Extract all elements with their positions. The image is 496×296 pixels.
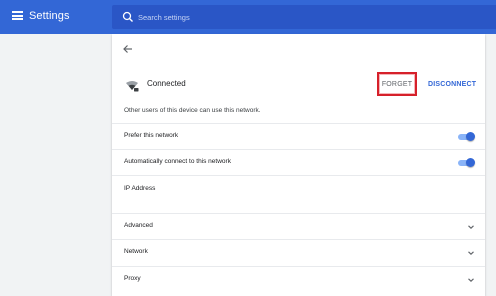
network-detail-panel: Connected FORGET DISCONNECT Other users … <box>112 34 485 296</box>
proxy-section[interactable]: Proxy <box>112 266 485 292</box>
chevron-down-icon <box>468 225 474 229</box>
connection-status: Connected <box>147 79 186 88</box>
auto-connect-row[interactable]: Automatically connect to this network <box>112 149 485 175</box>
app-title: Settings <box>29 10 70 22</box>
search-box[interactable] <box>112 5 496 29</box>
prefer-network-toggle[interactable] <box>458 132 475 141</box>
search-input[interactable] <box>138 10 468 24</box>
network-label: Network <box>124 248 148 255</box>
network-section[interactable]: Network <box>112 239 485 265</box>
shared-network-notice: Other users of this device can use this … <box>124 107 261 114</box>
ip-address-row: IP Address <box>112 175 485 213</box>
top-bar: Settings <box>0 0 496 34</box>
auto-connect-label: Automatically connect to this network <box>124 158 231 165</box>
search-icon <box>122 11 133 22</box>
advanced-section[interactable]: Advanced <box>112 213 485 239</box>
chevron-down-icon <box>468 278 474 282</box>
chevron-down-icon <box>468 251 474 255</box>
back-arrow-icon[interactable] <box>121 42 135 56</box>
prefer-network-label: Prefer this network <box>124 132 179 139</box>
hamburger-menu-icon[interactable] <box>12 11 23 20</box>
auto-connect-toggle[interactable] <box>458 158 475 167</box>
disconnect-button[interactable]: DISCONNECT <box>428 78 478 90</box>
proxy-label: Proxy <box>124 275 141 282</box>
advanced-label: Advanced <box>124 222 153 229</box>
prefer-network-row[interactable]: Prefer this network <box>112 123 485 149</box>
ip-address-label: IP Address <box>124 185 156 192</box>
wifi-signal-icon <box>126 81 139 92</box>
forget-button[interactable]: FORGET <box>377 72 417 96</box>
